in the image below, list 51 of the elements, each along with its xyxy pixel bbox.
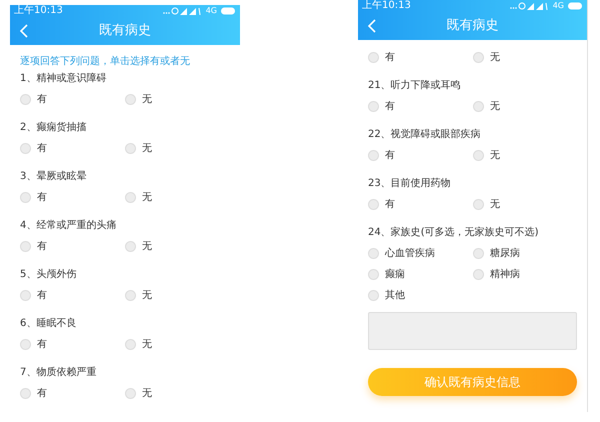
radio-option[interactable]: 有	[20, 89, 125, 110]
back-icon[interactable]	[20, 24, 28, 38]
question-text: 23、目前使用药物	[368, 176, 452, 191]
battery-icon	[220, 7, 236, 15]
radio-option[interactable]: 无	[473, 194, 578, 215]
status-time: 上午10:13	[362, 0, 411, 12]
radio-option[interactable]: 有	[368, 96, 473, 117]
radio-option[interactable]: 精神病	[473, 264, 578, 285]
question-text: 24、家族史(可多选，无家族史可不选)	[368, 226, 540, 240]
question-text: 4、经常或严重的头痛	[20, 218, 118, 233]
battery-icon	[567, 2, 583, 10]
radio-option[interactable]: 无	[473, 145, 578, 166]
radio-option[interactable]: 无	[125, 285, 230, 306]
radio-option[interactable]: 有	[20, 236, 125, 257]
question-text: 6、睡眠不良	[20, 316, 78, 331]
status-icons	[162, 7, 203, 15]
radio-option[interactable]: 无	[125, 89, 230, 110]
page-title: 既有病史	[99, 22, 151, 40]
radio-option[interactable]: 无	[125, 383, 230, 404]
radio-option[interactable]: 无	[125, 138, 230, 159]
radio-option[interactable]: 心血管疾病	[368, 243, 473, 264]
question-text: 22、视觉障碍或眼部疾病	[368, 128, 482, 142]
instruction-text: 逐项回答下列问题，单击选择有或者无	[20, 55, 191, 69]
question-text: 2、癫痫货抽搐	[20, 120, 88, 135]
radio-option[interactable]: 无	[473, 47, 578, 68]
radio-option[interactable]: 无	[125, 187, 230, 208]
question-text: 5、头颅外伤	[20, 268, 78, 282]
back-icon[interactable]	[368, 19, 376, 33]
status-icons	[510, 2, 550, 10]
radio-option[interactable]: 有	[368, 47, 473, 68]
radio-option[interactable]: 无	[473, 96, 578, 117]
status-time: 上午10:13	[14, 5, 63, 17]
network-label: 4G	[552, 1, 564, 11]
question-text: 7、物质依赖严重	[20, 366, 98, 380]
radio-option[interactable]: 无	[125, 236, 230, 257]
radio-option[interactable]: 癫痫	[368, 264, 473, 285]
radio-option[interactable]: 糖尿病	[473, 243, 578, 264]
radio-option[interactable]: 无	[125, 334, 230, 355]
network-label: 4G	[206, 6, 217, 16]
radio-option[interactable]: 有	[368, 194, 473, 215]
radio-option[interactable]: 有	[20, 138, 125, 159]
question-text: 21、听力下降或耳鸣	[368, 78, 462, 93]
page-title: 既有病史	[446, 17, 498, 36]
radio-option[interactable]: 有	[20, 285, 125, 306]
radio-option[interactable]: 有	[20, 334, 125, 355]
radio-option[interactable]: 有	[368, 145, 473, 166]
radio-option[interactable]: 有	[20, 187, 125, 208]
radio-option[interactable]: 有	[20, 383, 125, 404]
question-text: 1、精神或意识障碍	[20, 72, 108, 86]
question-text: 3、晕厥或眩晕	[20, 170, 88, 184]
radio-option[interactable]: 其他	[368, 285, 473, 306]
